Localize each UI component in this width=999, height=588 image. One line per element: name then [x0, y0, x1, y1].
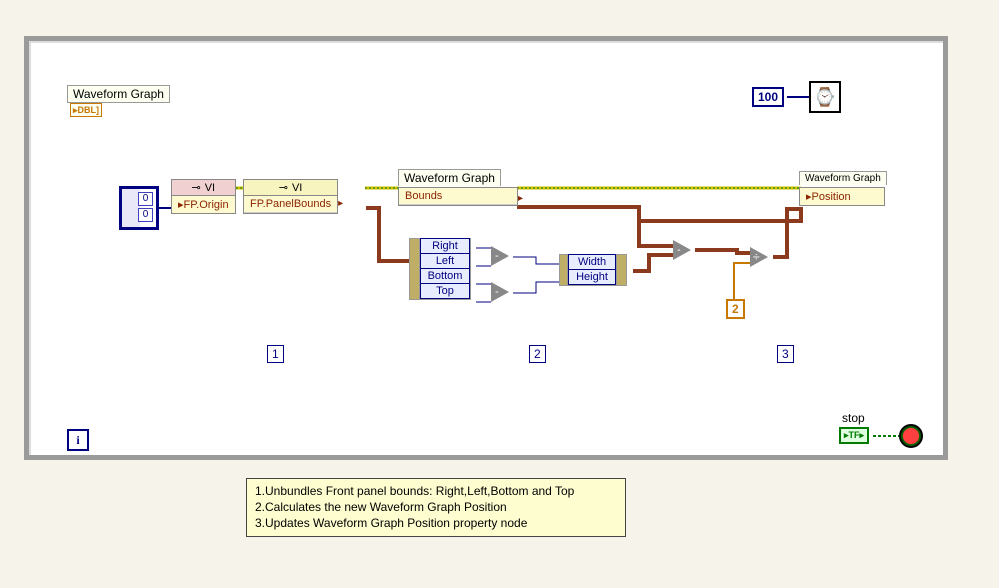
unbundle-bottom: Bottom	[420, 268, 470, 284]
note-line-3: 3.Updates Waveform Graph Position proper…	[255, 515, 617, 531]
step-marker-1: 1	[267, 345, 284, 363]
step-marker-3: 3	[777, 345, 794, 363]
property-fp-origin: ▸FP.Origin	[172, 196, 235, 213]
array-constant: 0 0	[119, 186, 159, 230]
while-loop-structure: Waveform Graph ▸DBL] 100 ⌚ 0 0 ⊸VI ▸FP.O…	[24, 36, 948, 460]
stop-label: stop	[842, 411, 865, 425]
wg-property-node-position: ▸Position	[799, 187, 885, 206]
subtract-node-3	[673, 240, 691, 260]
wg-property-node-bounds: Bounds ▸	[398, 187, 518, 206]
wg-node1-label: Waveform Graph	[398, 169, 501, 186]
subtract-node-1	[491, 246, 509, 266]
property-panel-bounds: FP.PanelBounds	[244, 196, 337, 213]
array-val-1: 0	[138, 208, 153, 222]
loop-iteration-terminal: i	[67, 429, 89, 451]
unbundle-left: Left	[420, 253, 470, 269]
step-marker-2: 2	[529, 345, 546, 363]
constant-100: 100	[752, 87, 784, 107]
unbundle-right: Right	[420, 238, 470, 254]
bundle-width: Width	[568, 254, 616, 270]
notes-box: 1.Unbundles Front panel bounds: Right,Le…	[246, 478, 626, 537]
property-bounds: Bounds	[399, 188, 517, 205]
key-icon: ⊸	[191, 181, 200, 194]
unbundle-top: Top	[420, 283, 470, 299]
bundle-by-name: Width Height	[559, 254, 627, 286]
waveform-graph-terminal: ▸DBL]	[70, 103, 102, 117]
property-position: ▸Position	[800, 188, 884, 205]
vi-property-node-panel-bounds: ⊸VI FP.PanelBounds ▸	[243, 179, 338, 214]
unbundle-by-name: Right Left Bottom Top	[409, 238, 471, 300]
loop-stop-condition	[899, 424, 923, 448]
array-val-0: 0	[138, 192, 153, 206]
bundle-height: Height	[568, 269, 616, 285]
vi-property-node-fp-origin: ⊸VI ▸FP.Origin	[171, 179, 236, 214]
wait-ms-node: ⌚	[809, 81, 841, 113]
note-line-1: 1.Unbundles Front panel bounds: Right,Le…	[255, 483, 617, 499]
subtract-node-2	[491, 282, 509, 302]
key-icon: ⊸	[279, 181, 288, 194]
constant-2: 2	[726, 299, 745, 319]
stop-terminal[interactable]: ▸TF▸	[839, 427, 869, 444]
wg-node2-label: Waveform Graph	[799, 171, 887, 185]
waveform-graph-label: Waveform Graph	[67, 85, 170, 103]
note-line-2: 2.Calculates the new Waveform Graph Posi…	[255, 499, 617, 515]
